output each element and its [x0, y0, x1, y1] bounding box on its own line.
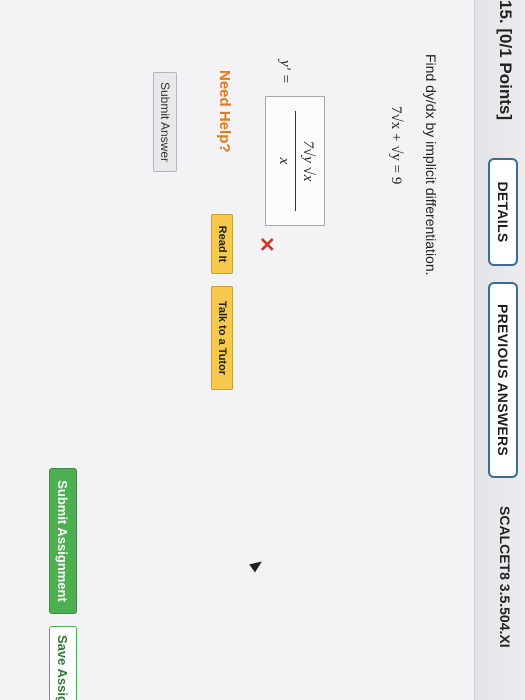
question-panel: 15. [0/1 Points] DETAILS PREVIOUS ANSWER… — [0, 0, 525, 700]
save-assignment-button[interactable]: Save Assig — [49, 626, 77, 700]
read-it-button[interactable]: Read It — [211, 214, 233, 274]
course-code: SCALCET8 3.5.504.XI — [497, 506, 513, 648]
answer-input[interactable]: 7√y √x x — [265, 96, 325, 226]
question-number: 15. [0/1 Points] — [496, 0, 515, 120]
problem-equation: 7√x + √y = 9 — [388, 106, 404, 185]
incorrect-icon: ✕ — [255, 236, 277, 253]
answer-label: y' = — [277, 60, 293, 84]
answer-denominator: x — [276, 157, 292, 165]
question-header: 15. [0/1 Points] DETAILS PREVIOUS ANSWER… — [474, 0, 525, 700]
mouse-cursor-icon — [249, 557, 265, 573]
answer-numerator: 7√y √x — [295, 111, 316, 211]
submit-answer-button[interactable]: Submit Answer — [153, 72, 177, 172]
answer-fraction: 7√y √x x — [275, 111, 316, 211]
talk-to-tutor-button[interactable]: Talk to a Tutor — [211, 286, 233, 390]
need-help-label: Need Help? — [216, 70, 233, 153]
submit-assignment-button[interactable]: Submit Assignment — [49, 468, 77, 614]
previous-answers-button[interactable]: PREVIOUS ANSWERS — [488, 282, 518, 478]
problem-prompt: Find dy/dx by implicit differentiation. — [423, 54, 439, 276]
details-button[interactable]: DETAILS — [488, 158, 518, 266]
